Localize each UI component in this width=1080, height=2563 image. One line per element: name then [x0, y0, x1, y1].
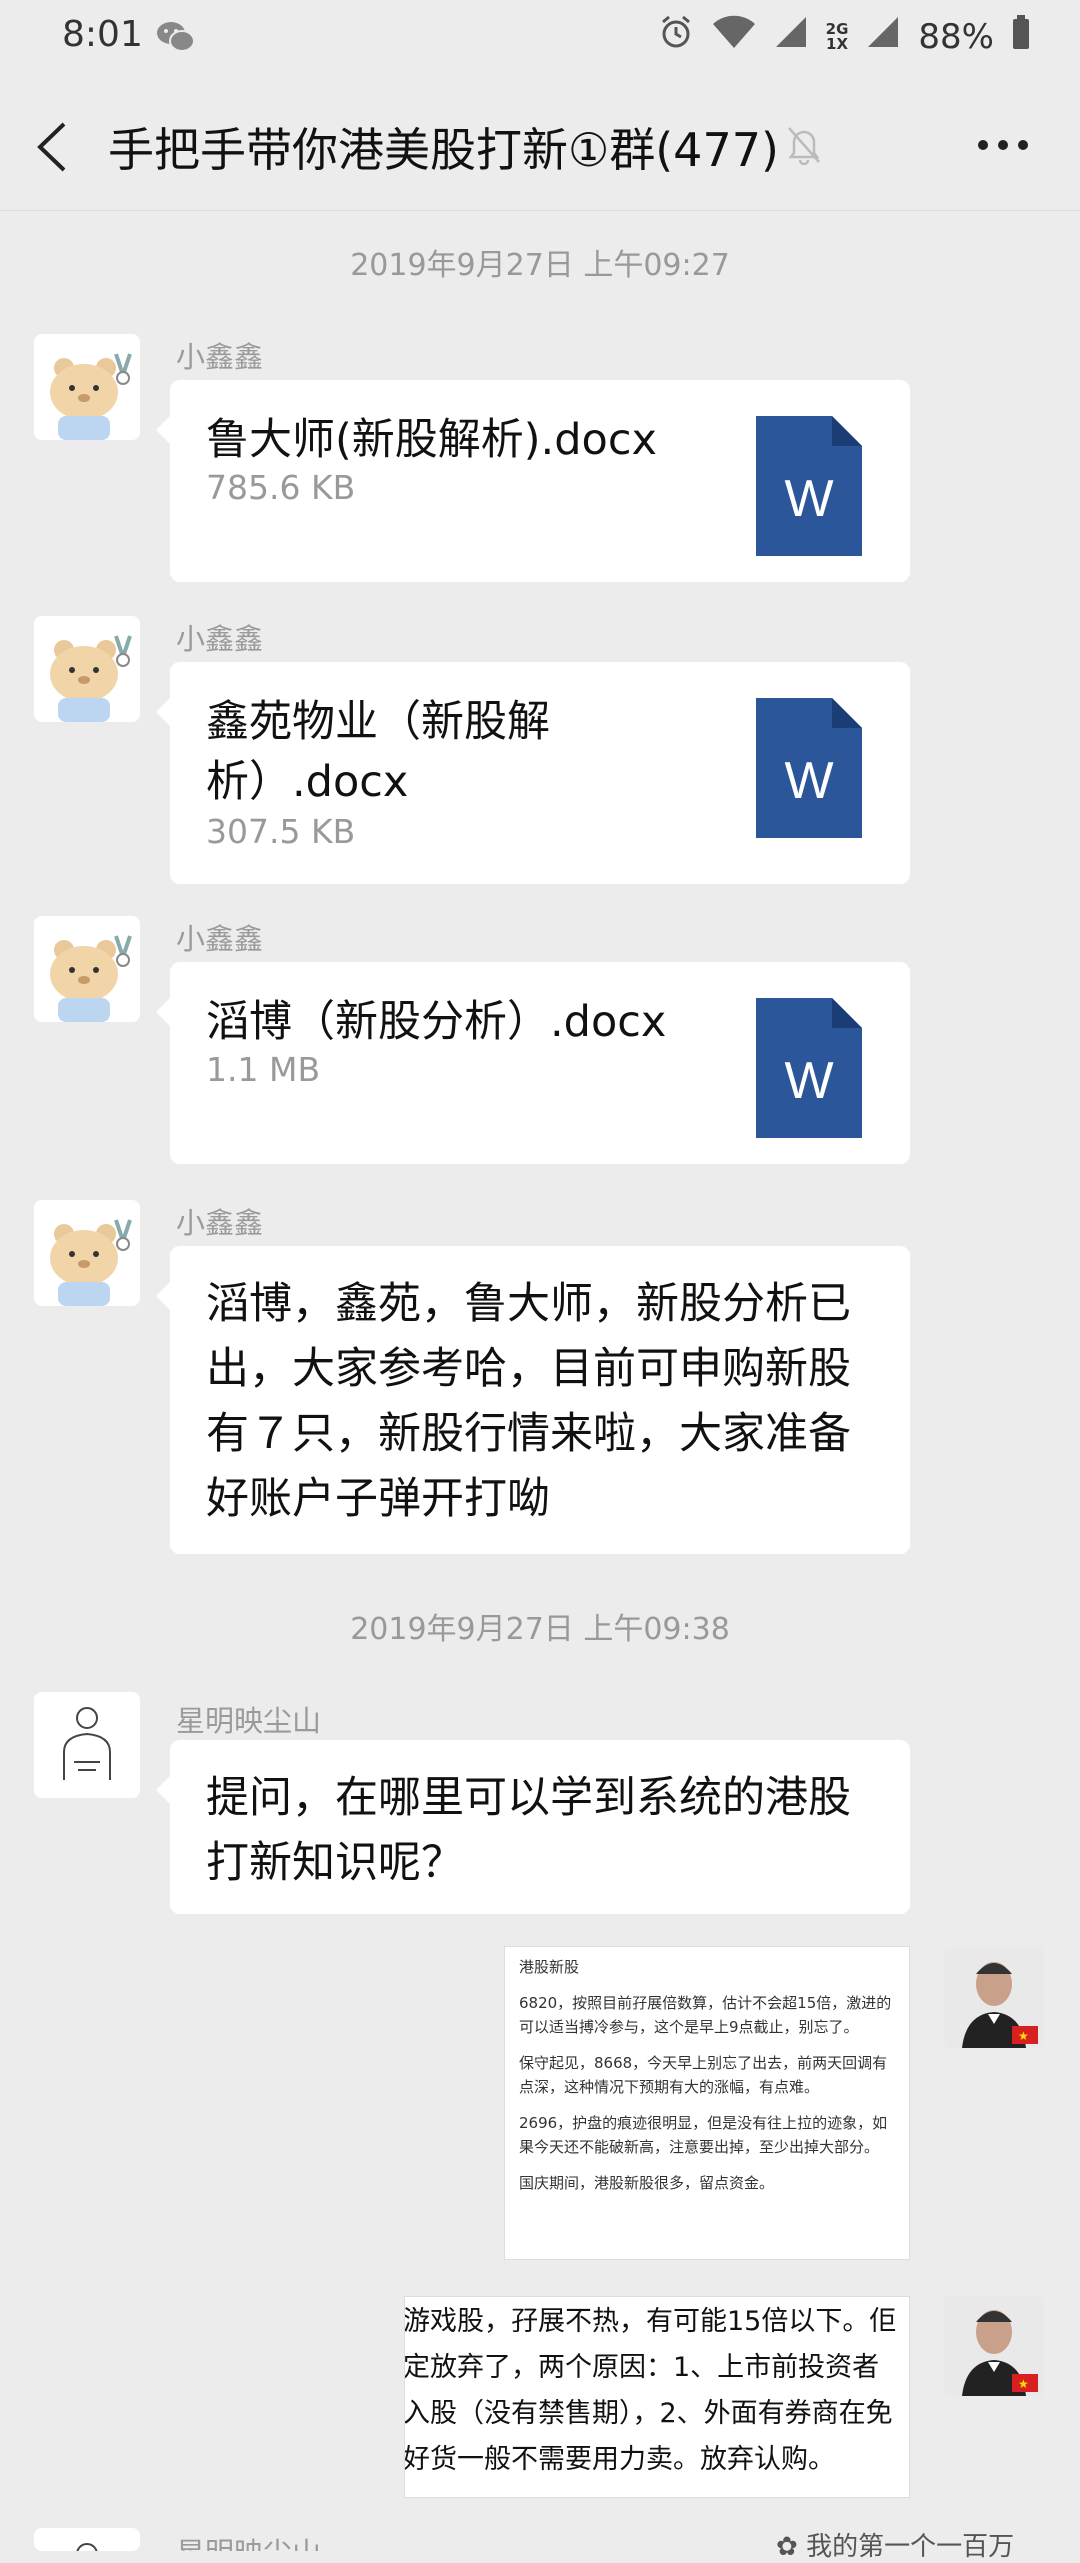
avatar-bear[interactable] — [34, 334, 140, 440]
wechat-logo-icon: ✿ — [776, 2532, 807, 2562]
back-arrow-icon[interactable] — [34, 120, 68, 178]
watermark: ✿ 我的第一个一百万 — [776, 2532, 1015, 2562]
file-name: 鲁大师(新股解析).docx — [206, 415, 657, 465]
file-name: 鑫苑物业（新股解析）.docx — [206, 697, 550, 807]
message-text: 提问，在哪里可以学到系统的港股打新知识呢？ — [206, 1773, 851, 1888]
image-message[interactable]: 游戏股，孖展不热，有可能15倍以下。佢 定放弃了，两个原因：1、上市前投资者 入… — [404, 2296, 910, 2498]
sender-name: 星明映尘山 — [176, 1704, 322, 1738]
wechat-notification-icon — [156, 20, 196, 58]
status-bar: 8:01 2G 1X 88% — [0, 0, 1080, 80]
timestamp: 2019年9月27日 上午09:27 — [350, 248, 730, 283]
svg-text:W: W — [784, 752, 833, 810]
signal-icon-2 — [866, 15, 900, 58]
sender-name: 小鑫鑫 — [176, 922, 264, 956]
chat-header: 手把手带你港美股打新①群(477) — [0, 80, 1080, 210]
signal-icon — [774, 15, 808, 58]
avatar-user[interactable]: ★ — [944, 2296, 1044, 2396]
sender-name: 小鑫鑫 — [176, 1206, 264, 1240]
file-message[interactable]: 鑫苑物业（新股解析）.docx 307.5 KB W — [156, 662, 910, 884]
word-file-icon: W — [756, 416, 862, 556]
header-divider — [0, 210, 1080, 211]
message-text: 滔博，鑫苑，鲁大师，新股分析已出，大家参考哈，目前可申购新股有７只，新股行情来啦… — [206, 1279, 851, 1524]
text-message[interactable]: 滔博，鑫苑，鲁大师，新股分析已出，大家参考哈，目前可申购新股有７只，新股行情来啦… — [156, 1246, 910, 1554]
file-size: 785.6 KB — [206, 468, 356, 507]
more-options-icon[interactable] — [978, 140, 1028, 150]
wifi-icon — [712, 15, 756, 58]
image-note-text: 港股新股 6820，按照目前孖展倍数算，估计不会超15倍，激进的可以适当搏冷参与… — [519, 1958, 892, 2192]
sender-name: 星明映尘山 — [176, 2530, 321, 2551]
svg-text:W: W — [784, 1052, 833, 1110]
status-time: 8:01 — [62, 14, 143, 55]
mute-bell-icon — [786, 125, 822, 169]
svg-text:W: W — [784, 470, 833, 528]
avatar-user[interactable]: ★ — [944, 1948, 1044, 2048]
image-note-text: 游戏股，孖展不热，有可能15倍以下。佢 定放弃了，两个原因：1、上市前投资者 入… — [404, 2306, 897, 2475]
network-type: 2G 1X — [825, 19, 849, 53]
word-file-icon: W — [756, 998, 862, 1138]
avatar-sketch[interactable] — [34, 2528, 140, 2551]
timestamp: 2019年9月27日 上午09:38 — [350, 1612, 730, 1647]
file-message[interactable]: 鲁大师(新股解析).docx 785.6 KB W — [156, 380, 910, 582]
avatar-bear[interactable] — [34, 916, 140, 1022]
sender-name: 小鑫鑫 — [176, 340, 264, 374]
file-size: 307.5 KB — [206, 812, 356, 851]
avatar-bear[interactable] — [34, 616, 140, 722]
file-size: 1.1 MB — [206, 1050, 321, 1089]
battery-icon — [1012, 15, 1030, 58]
battery-level: 88% — [918, 16, 994, 57]
sender-name: 小鑫鑫 — [176, 622, 264, 656]
svg-text:★: ★ — [1018, 2377, 1029, 2391]
svg-text:★: ★ — [1018, 2029, 1029, 2043]
file-name: 滔博（新股分析）.docx — [206, 997, 667, 1047]
text-message[interactable]: 提问，在哪里可以学到系统的港股打新知识呢？ — [156, 1740, 910, 1914]
file-message[interactable]: 滔博（新股分析）.docx 1.1 MB W — [156, 962, 910, 1164]
avatar-bear[interactable] — [34, 1200, 140, 1306]
chat-title: 手把手带你港美股打新①群(477) — [108, 123, 779, 177]
word-file-icon: W — [756, 698, 862, 838]
alarm-icon — [658, 14, 694, 59]
avatar-sketch[interactable] — [34, 1692, 140, 1798]
image-message[interactable]: 港股新股 6820，按照目前孖展倍数算，估计不会超15倍，激进的可以适当搏冷参与… — [504, 1946, 910, 2260]
status-icons: 2G 1X 88% — [658, 14, 1030, 59]
